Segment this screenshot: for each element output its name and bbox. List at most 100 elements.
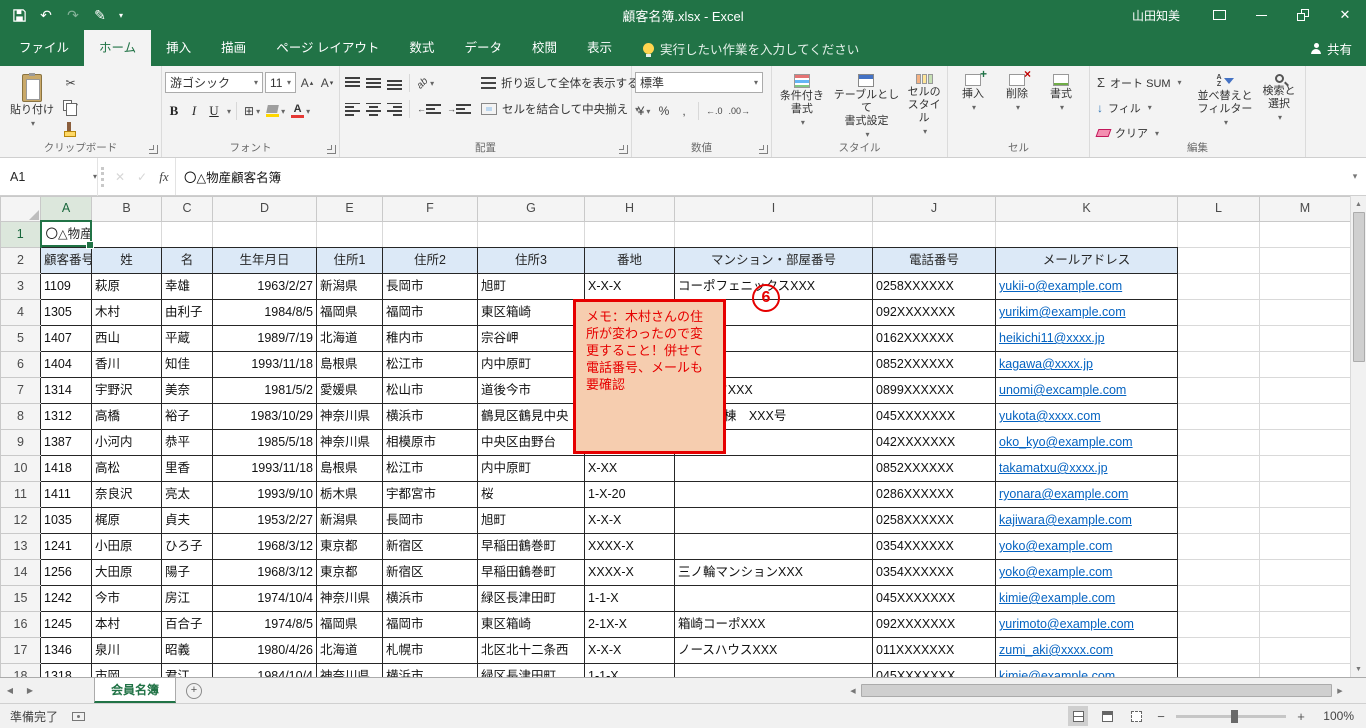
header-cell[interactable]: 住所3 bbox=[477, 247, 585, 274]
cell[interactable]: 0258XXXXXX bbox=[872, 273, 996, 300]
cell[interactable] bbox=[1177, 585, 1260, 612]
save-button[interactable] bbox=[6, 2, 32, 28]
column-header-F[interactable]: F bbox=[382, 196, 478, 222]
cell[interactable]: 1953/2/27 bbox=[212, 507, 317, 534]
cell[interactable]: 房江 bbox=[161, 585, 213, 612]
decrease-decimal-button[interactable]: .00→ bbox=[727, 101, 753, 121]
cell[interactable]: 1245 bbox=[40, 611, 92, 638]
cell[interactable]: 平蔵 bbox=[161, 325, 213, 352]
row-header-10[interactable]: 10 bbox=[0, 455, 41, 482]
font-size-select[interactable]: 11 ▾ bbox=[264, 72, 296, 93]
cell[interactable] bbox=[1259, 273, 1351, 300]
cell[interactable]: 愛媛県 bbox=[316, 377, 383, 404]
cell[interactable] bbox=[1177, 247, 1260, 274]
cell[interactable]: 東区箱崎 bbox=[477, 299, 585, 326]
row-header-5[interactable]: 5 bbox=[0, 325, 41, 352]
touch-mode-button[interactable]: ✎ bbox=[87, 2, 113, 28]
column-header-L[interactable]: L bbox=[1177, 196, 1260, 222]
cell[interactable]: 東京都 bbox=[316, 559, 383, 586]
cell[interactable]: 1256 bbox=[40, 559, 92, 586]
cell[interactable]: kimie@example.com bbox=[995, 585, 1178, 612]
cell[interactable]: 鶴見区鶴見中央 bbox=[477, 403, 585, 430]
vertical-scroll-thumb[interactable] bbox=[1352, 212, 1365, 362]
cell[interactable]: 1305 bbox=[40, 299, 92, 326]
cell[interactable]: 小田原 bbox=[91, 533, 162, 560]
cell[interactable] bbox=[1177, 429, 1260, 456]
row-header-8[interactable]: 8 bbox=[0, 403, 41, 430]
align-bottom-button[interactable] bbox=[385, 73, 404, 93]
cell[interactable]: unomi@excample.com bbox=[995, 377, 1178, 404]
cell[interactable]: 札幌市 bbox=[382, 637, 478, 664]
cell[interactable]: 1980/4/26 bbox=[212, 637, 317, 664]
cell[interactable]: 2-1X-X bbox=[584, 611, 675, 638]
cell[interactable] bbox=[1177, 507, 1260, 534]
row-header-6[interactable]: 6 bbox=[0, 351, 41, 378]
cell[interactable]: 1989/7/19 bbox=[212, 325, 317, 352]
cell[interactable]: 新潟県 bbox=[316, 507, 383, 534]
cell[interactable]: yurikim@example.com bbox=[995, 299, 1178, 326]
cell[interactable] bbox=[1259, 663, 1351, 677]
row-header-11[interactable]: 11 bbox=[0, 481, 41, 508]
cell[interactable]: 横浜市 bbox=[382, 403, 478, 430]
cell[interactable]: 1981/5/2 bbox=[212, 377, 317, 404]
insert-cells-button[interactable]: 挿入 ▾ bbox=[951, 67, 995, 143]
cell[interactable] bbox=[1177, 663, 1260, 677]
row-header-3[interactable]: 3 bbox=[0, 273, 41, 300]
cell[interactable] bbox=[1259, 481, 1351, 508]
cell[interactable] bbox=[1259, 559, 1351, 586]
name-box-dropdown-icon[interactable]: ▾ bbox=[93, 172, 97, 181]
cell[interactable]: 本村 bbox=[91, 611, 162, 638]
cell[interactable] bbox=[1259, 429, 1351, 456]
cell[interactable] bbox=[316, 220, 383, 248]
comma-style-button[interactable]: , bbox=[675, 101, 693, 121]
underline-button[interactable]: U bbox=[205, 101, 223, 121]
enter-button[interactable]: ✓ bbox=[131, 170, 153, 184]
cell[interactable] bbox=[1259, 220, 1351, 248]
cell[interactable] bbox=[674, 663, 873, 677]
cell[interactable] bbox=[1177, 637, 1260, 664]
cell[interactable]: 内中原町 bbox=[477, 455, 585, 482]
cell[interactable]: 1418 bbox=[40, 455, 92, 482]
format-cells-button[interactable]: 書式 ▾ bbox=[1039, 69, 1083, 143]
close-button[interactable]: ✕ bbox=[1324, 0, 1366, 30]
cell[interactable]: 緑区長津田町 bbox=[477, 663, 585, 677]
delete-cells-button[interactable]: 削除 ▾ bbox=[995, 67, 1039, 143]
align-left-button[interactable] bbox=[343, 99, 362, 119]
tab-page-layout[interactable]: ページ レイアウト bbox=[261, 30, 394, 66]
header-cell[interactable]: 顧客番号 bbox=[40, 247, 92, 274]
row-header-13[interactable]: 13 bbox=[0, 533, 41, 560]
cell[interactable]: kajiwara@example.com bbox=[995, 507, 1178, 534]
sheet-tab-members[interactable]: 会員名簿 bbox=[94, 678, 177, 703]
format-painter-button[interactable] bbox=[61, 117, 80, 137]
cell[interactable]: 1974/10/4 bbox=[212, 585, 317, 612]
memo-note[interactable]: メモ：木村さんの住所が変わったので変更すること！併せて電話番号、メールも要確認 bbox=[573, 299, 726, 454]
borders-button[interactable]: ⊞ ▾ bbox=[242, 101, 262, 121]
copy-button[interactable]: ▾ bbox=[61, 95, 80, 116]
horizontal-scroll-thumb[interactable] bbox=[861, 684, 1332, 697]
cell[interactable]: heikichi11@xxxx.jp bbox=[995, 325, 1178, 352]
column-header-H[interactable]: H bbox=[584, 196, 675, 222]
header-cell[interactable]: 住所1 bbox=[316, 247, 383, 274]
cell[interactable] bbox=[161, 220, 213, 248]
cell[interactable]: 042XXXXXXX bbox=[872, 429, 996, 456]
cell[interactable] bbox=[995, 220, 1178, 248]
scroll-right-icon[interactable]: ▶ bbox=[1332, 687, 1348, 695]
horizontal-scrollbar[interactable]: ◀ ▶ bbox=[845, 682, 1348, 699]
cell[interactable]: 知佳 bbox=[161, 351, 213, 378]
cell[interactable]: 0286XXXXXX bbox=[872, 481, 996, 508]
email-link[interactable]: yukota@xxxx.com bbox=[999, 409, 1101, 423]
share-button[interactable]: 共有 bbox=[1310, 30, 1352, 66]
header-cell[interactable]: 番地 bbox=[584, 247, 675, 274]
tab-draw[interactable]: 描画 bbox=[206, 30, 261, 66]
cell[interactable]: 今市 bbox=[91, 585, 162, 612]
cell[interactable]: 横浜市 bbox=[382, 663, 478, 677]
cell[interactable] bbox=[1259, 507, 1351, 534]
cell[interactable]: 0899XXXXXX bbox=[872, 377, 996, 404]
cell[interactable] bbox=[1259, 299, 1351, 326]
cell[interactable]: 松江市 bbox=[382, 455, 478, 482]
font-name-select[interactable]: 游ゴシック ▾ bbox=[165, 72, 263, 93]
cut-button[interactable]: ✂ bbox=[61, 73, 80, 93]
cell[interactable] bbox=[1177, 325, 1260, 352]
font-dialog-launcher-icon[interactable] bbox=[327, 145, 336, 154]
cell[interactable]: X-X-X bbox=[584, 507, 675, 534]
